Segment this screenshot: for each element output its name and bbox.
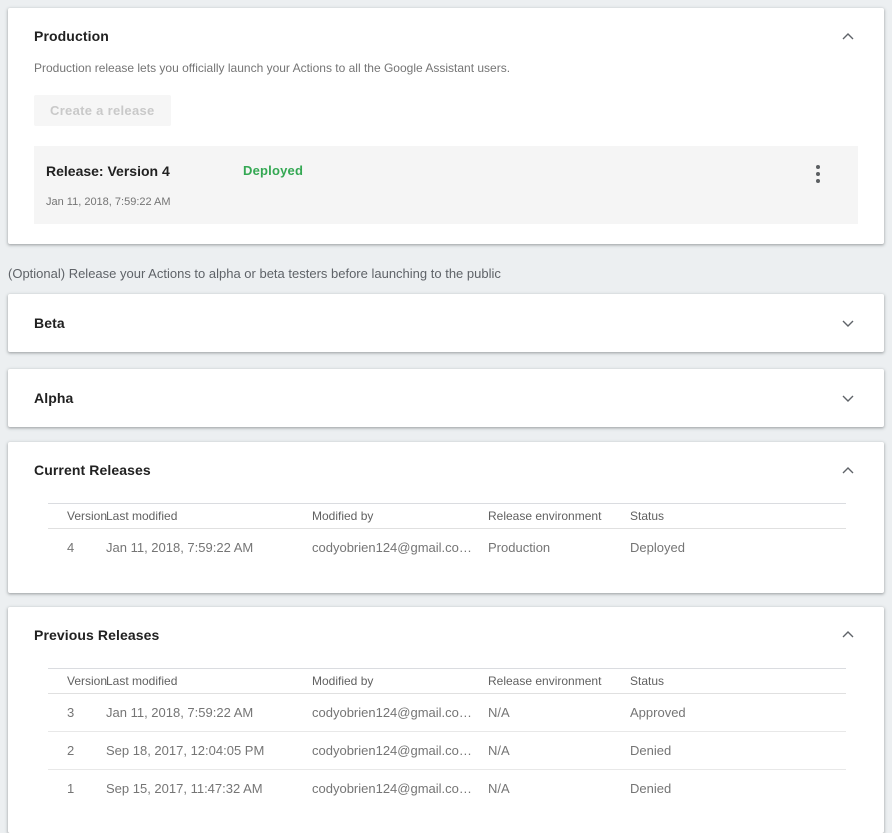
- chevron-up-icon[interactable]: [838, 29, 858, 44]
- chevron-down-icon[interactable]: [838, 391, 858, 406]
- column-header-modified-by: Modified by: [312, 668, 488, 693]
- cell-version: 3: [48, 693, 106, 731]
- release-card: Release: Version 4 Deployed Jan 11, 2018…: [34, 146, 858, 224]
- previous-releases-title: Previous Releases: [34, 627, 159, 643]
- cell-last-modified: Sep 18, 2017, 12:04:05 PM: [106, 731, 312, 769]
- chevron-up-icon[interactable]: [838, 627, 858, 642]
- cell-status: Approved: [630, 693, 846, 731]
- more-options-icon[interactable]: [814, 163, 822, 185]
- table-header-row: Version Last modified Modified by Releas…: [48, 504, 846, 529]
- column-header-release-environment: Release environment: [488, 504, 630, 529]
- cell-version: 4: [48, 529, 106, 567]
- previous-releases-section: Previous Releases Version Last modified …: [8, 607, 884, 833]
- cell-modified-by: codyobrien124@gmail.co…: [312, 693, 488, 731]
- previous-releases-header[interactable]: Previous Releases: [34, 627, 858, 643]
- alpha-section[interactable]: Alpha: [8, 369, 884, 427]
- cell-version: 1: [48, 769, 106, 807]
- cell-release-environment: Production: [488, 529, 630, 567]
- column-header-last-modified: Last modified: [106, 668, 312, 693]
- cell-status: Denied: [630, 769, 846, 807]
- cell-last-modified: Sep 15, 2017, 11:47:32 AM: [106, 769, 312, 807]
- chevron-up-icon[interactable]: [838, 463, 858, 478]
- beta-title: Beta: [34, 315, 65, 331]
- column-header-version: Version: [48, 504, 106, 529]
- column-header-status: Status: [630, 668, 846, 693]
- release-title: Release: Version 4: [46, 163, 243, 179]
- cell-status: Deployed: [630, 529, 846, 567]
- cell-modified-by: codyobrien124@gmail.co…: [312, 529, 488, 567]
- current-releases-table: Version Last modified Modified by Releas…: [48, 503, 846, 567]
- release-status-badge: Deployed: [243, 163, 303, 178]
- current-releases-section: Current Releases Version Last modified M…: [8, 442, 884, 593]
- production-title: Production: [34, 28, 109, 44]
- cell-modified-by: codyobrien124@gmail.co…: [312, 769, 488, 807]
- column-header-status: Status: [630, 504, 846, 529]
- production-header[interactable]: Production: [34, 28, 858, 44]
- create-release-button[interactable]: Create a release: [34, 95, 171, 126]
- cell-status: Denied: [630, 731, 846, 769]
- column-header-last-modified: Last modified: [106, 504, 312, 529]
- optional-note: (Optional) Release your Actions to alpha…: [8, 266, 884, 281]
- cell-modified-by: codyobrien124@gmail.co…: [312, 731, 488, 769]
- cell-release-environment: N/A: [488, 693, 630, 731]
- table-header-row: Version Last modified Modified by Releas…: [48, 668, 846, 693]
- chevron-down-icon[interactable]: [838, 316, 858, 331]
- production-section: Production Production release lets you o…: [8, 8, 884, 244]
- column-header-modified-by: Modified by: [312, 504, 488, 529]
- release-date: Jan 11, 2018, 7:59:22 AM: [46, 196, 844, 208]
- previous-releases-table: Version Last modified Modified by Releas…: [48, 668, 846, 808]
- cell-release-environment: N/A: [488, 769, 630, 807]
- table-row: 2 Sep 18, 2017, 12:04:05 PM codyobrien12…: [48, 731, 846, 769]
- cell-last-modified: Jan 11, 2018, 7:59:22 AM: [106, 693, 312, 731]
- beta-section[interactable]: Beta: [8, 294, 884, 352]
- production-description: Production release lets you officially l…: [34, 61, 858, 75]
- current-releases-title: Current Releases: [34, 462, 151, 478]
- cell-last-modified: Jan 11, 2018, 7:59:22 AM: [106, 529, 312, 567]
- alpha-title: Alpha: [34, 390, 73, 406]
- table-row: 4 Jan 11, 2018, 7:59:22 AM codyobrien124…: [48, 529, 846, 567]
- column-header-version: Version: [48, 668, 106, 693]
- table-row: 1 Sep 15, 2017, 11:47:32 AM codyobrien12…: [48, 769, 846, 807]
- table-row: 3 Jan 11, 2018, 7:59:22 AM codyobrien124…: [48, 693, 846, 731]
- cell-release-environment: N/A: [488, 731, 630, 769]
- column-header-release-environment: Release environment: [488, 668, 630, 693]
- cell-version: 2: [48, 731, 106, 769]
- current-releases-header[interactable]: Current Releases: [34, 462, 858, 478]
